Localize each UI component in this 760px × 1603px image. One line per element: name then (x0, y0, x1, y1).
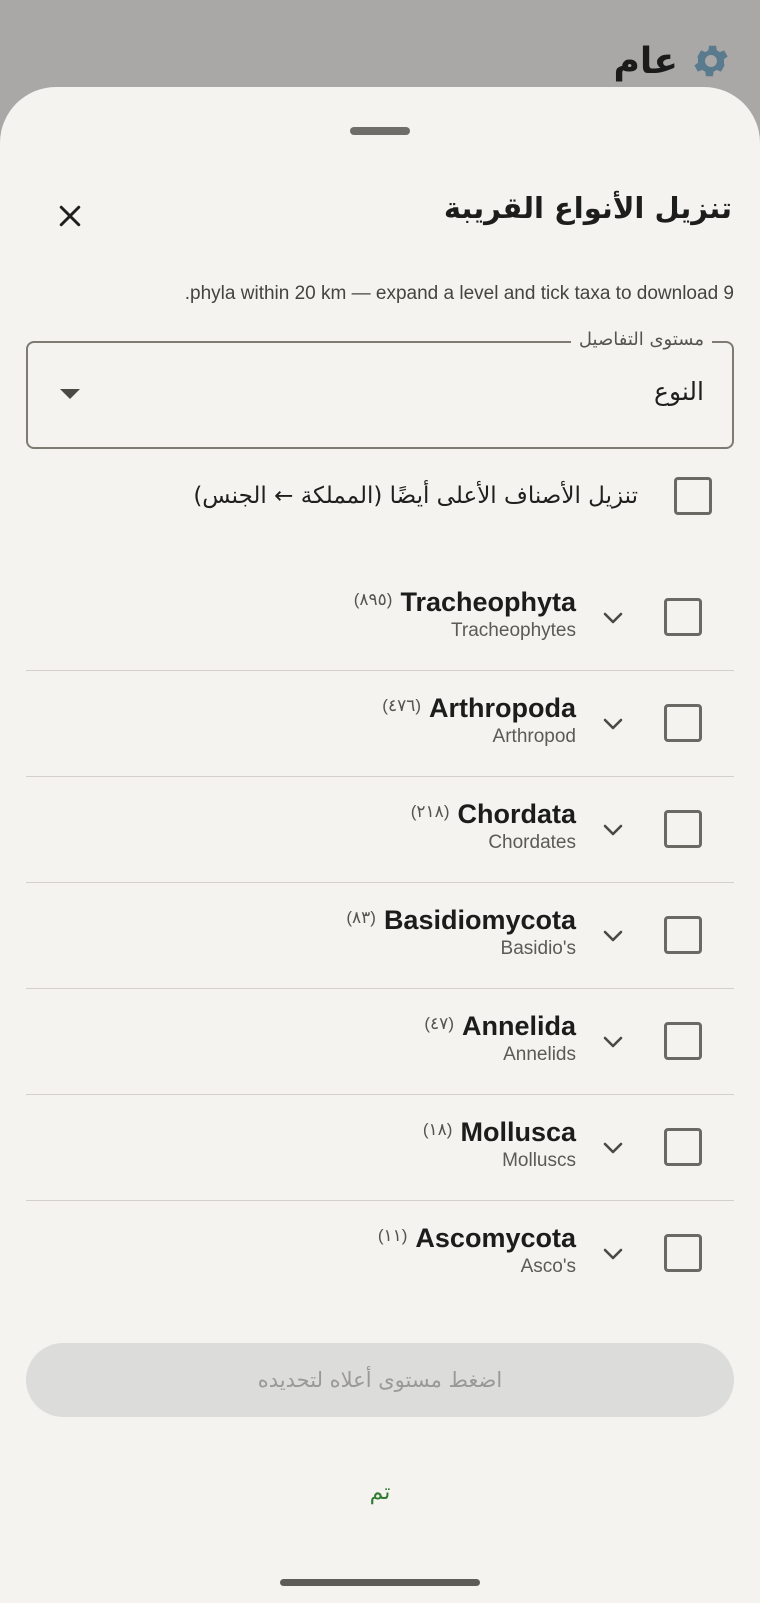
taxon-row[interactable]: (٤٧٦) Arthropoda Arthropod (26, 671, 734, 777)
taxon-checkbox[interactable] (664, 810, 702, 848)
taxon-common-name: Chordates (488, 832, 576, 853)
taxon-checkbox[interactable] (664, 916, 702, 954)
taxa-list: (٨٩٥) Tracheophyta Tracheophytes (٤٧٦) A… (26, 565, 734, 1307)
taxon-row[interactable]: (١١) Ascomycota Asco's (26, 1201, 734, 1307)
taxon-name: Arthropoda (429, 693, 576, 723)
gear-icon (694, 45, 728, 77)
taxon-checkbox[interactable] (664, 704, 702, 742)
taxon-row[interactable]: (٢١٨) Chordata Chordates (26, 777, 734, 883)
expand-chevron-icon[interactable] (598, 709, 628, 739)
taxon-common-name: Asco's (520, 1256, 576, 1277)
subtitle: 9 phyla within 20 km — expand a level an… (184, 283, 734, 304)
taxon-name: Annelida (461, 1011, 576, 1041)
taxon-common-name: Molluscs (502, 1150, 576, 1171)
taxon-common-name: Annelids (503, 1044, 576, 1065)
taxon-count: (٨٣) (346, 908, 376, 927)
backdrop-title: عام (613, 40, 679, 82)
taxon-name: Ascomycota (415, 1223, 576, 1253)
expand-chevron-icon[interactable] (598, 1027, 628, 1057)
close-icon (59, 205, 81, 227)
taxon-checkbox[interactable] (664, 1234, 702, 1272)
detail-level-value: النوع (654, 377, 704, 406)
sheet-title: تنزيل الأنواع القريبة (443, 191, 732, 225)
done-button[interactable]: تم (330, 1467, 430, 1517)
taxon-common-name: Tracheophytes (451, 620, 576, 641)
detail-level-label: مستوى التفاصيل (570, 329, 712, 350)
expand-chevron-icon[interactable] (598, 921, 628, 951)
expand-chevron-icon[interactable] (598, 1239, 628, 1269)
drag-handle[interactable] (350, 127, 410, 135)
dropdown-arrow-icon (60, 389, 80, 399)
taxon-name: Chordata (457, 799, 576, 829)
taxon-name: Basidiomycota (383, 905, 576, 935)
taxon-count: (٢١٨) (410, 802, 450, 821)
backdrop-header: عام (614, 40, 733, 82)
select-level-button[interactable]: اضغط مستوى أعلاه لتحديده (26, 1343, 734, 1417)
download-sheet: تنزيل الأنواع القريبة 9 phyla within 20 … (0, 87, 760, 1603)
expand-chevron-icon[interactable] (598, 603, 628, 633)
taxon-checkbox[interactable] (664, 598, 702, 636)
also-higher-label: تنزيل الأصناف الأعلى أيضًا (المملكة ← ال… (193, 483, 638, 509)
taxon-row[interactable]: (٤٧) Annelida Annelids (26, 989, 734, 1095)
taxon-name: Mollusca (460, 1117, 576, 1147)
taxon-name: Tracheophyta (400, 587, 576, 617)
taxon-row[interactable]: (١٨) Mollusca Molluscs (26, 1095, 734, 1201)
home-indicator (280, 1579, 480, 1586)
also-higher-option[interactable]: تنزيل الأصناف الأعلى أيضًا (المملكة ← ال… (193, 477, 712, 515)
taxon-count: (١٨) (422, 1120, 453, 1139)
close-button[interactable] (52, 198, 88, 234)
taxon-count: (٤٧) (424, 1014, 454, 1033)
expand-chevron-icon[interactable] (598, 815, 628, 845)
also-higher-checkbox[interactable] (674, 477, 712, 515)
taxon-count: (١١) (377, 1226, 408, 1245)
taxon-row[interactable]: (٨٩٥) Tracheophyta Tracheophytes (26, 565, 734, 671)
taxon-checkbox[interactable] (664, 1022, 702, 1060)
taxon-count: (٤٧٦) (382, 696, 422, 715)
expand-chevron-icon[interactable] (598, 1133, 628, 1163)
taxon-row[interactable]: (٨٣) Basidiomycota Basidio's (26, 883, 734, 989)
taxon-count: (٨٩٥) (353, 590, 393, 609)
taxon-common-name: Basidio's (500, 938, 576, 959)
detail-level-select[interactable]: مستوى التفاصيل النوع (26, 329, 734, 449)
taxon-common-name: Arthropod (492, 726, 576, 747)
taxon-checkbox[interactable] (664, 1128, 702, 1166)
